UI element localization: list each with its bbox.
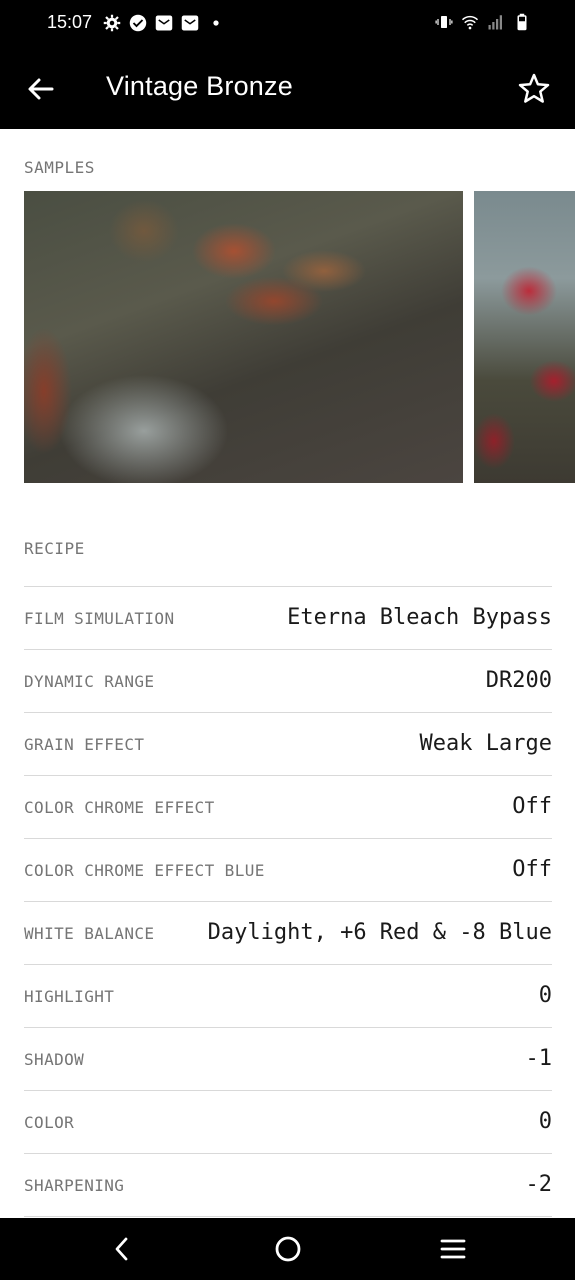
recipe-section-label: RECIPE bbox=[24, 539, 85, 558]
row-label: SHARPENING bbox=[24, 1176, 125, 1195]
page-title: Vintage Bronze bbox=[106, 71, 293, 101]
system-navigation-bar bbox=[0, 1218, 575, 1280]
row-label: HIGHLIGHT bbox=[24, 987, 115, 1006]
battery-icon bbox=[517, 13, 527, 31]
wifi-icon bbox=[461, 15, 479, 30]
row-value: -1 bbox=[525, 1046, 553, 1071]
row-value: DR200 bbox=[485, 668, 552, 693]
recipe-row-color-chrome-effect: COLOR CHROME EFFECT Off bbox=[24, 775, 552, 838]
row-value: 0 bbox=[538, 983, 552, 1008]
row-label: DYNAMIC RANGE bbox=[24, 672, 155, 691]
recipe-row-white-balance: WHITE BALANCE Daylight, +6 Red & -8 Blue bbox=[24, 901, 552, 964]
arrow-left-icon[interactable] bbox=[22, 70, 60, 108]
row-label: COLOR bbox=[24, 1113, 75, 1132]
recipe-row-sharpening: SHARPENING -2 bbox=[24, 1153, 552, 1216]
notification-icons bbox=[103, 14, 225, 32]
row-label: COLOR CHROME EFFECT bbox=[24, 798, 215, 817]
row-value: -2 bbox=[525, 1172, 553, 1197]
back-chevron-icon[interactable] bbox=[107, 1234, 137, 1264]
sample-image[interactable] bbox=[474, 191, 575, 483]
recipe-row-color-chrome-effect-blue: COLOR CHROME EFFECT BLUE Off bbox=[24, 838, 552, 901]
recipe-row-dynamic-range: DYNAMIC RANGE DR200 bbox=[24, 649, 552, 712]
check-circle-icon bbox=[129, 14, 147, 32]
row-value: Eterna Bleach Bypass bbox=[287, 605, 552, 630]
dot-icon bbox=[213, 20, 219, 26]
row-label: WHITE BALANCE bbox=[24, 924, 155, 943]
samples-section-label: SAMPLES bbox=[24, 158, 95, 177]
menu-lines-icon[interactable] bbox=[438, 1234, 468, 1264]
status-bar: 15:07 bbox=[0, 0, 575, 48]
row-label: GRAIN EFFECT bbox=[24, 735, 145, 754]
signal-icon bbox=[488, 15, 502, 30]
row-value: Daylight, +6 Red & -8 Blue bbox=[207, 920, 552, 945]
recipe-row-color: COLOR 0 bbox=[24, 1090, 552, 1153]
recipe-row-shadow: SHADOW -1 bbox=[24, 1027, 552, 1090]
row-label: FILM SIMULATION bbox=[24, 609, 175, 628]
row-value: Off bbox=[512, 794, 552, 819]
gear-icon bbox=[103, 14, 121, 32]
star-outline-icon[interactable] bbox=[515, 70, 553, 108]
mail-icon bbox=[155, 15, 173, 31]
row-label: COLOR CHROME EFFECT BLUE bbox=[24, 861, 265, 880]
mail-icon bbox=[181, 15, 199, 31]
home-circle-icon[interactable] bbox=[273, 1234, 303, 1264]
sample-image[interactable] bbox=[24, 191, 463, 483]
recipe-row-highlight: HIGHLIGHT 0 bbox=[24, 964, 552, 1027]
row-label: SHADOW bbox=[24, 1050, 85, 1069]
row-value: Off bbox=[512, 857, 552, 882]
recipe-detail-content[interactable]: SAMPLES RECIPE FILM SIMULATION Eterna Bl… bbox=[0, 129, 575, 1218]
recipe-row-grain-effect: GRAIN EFFECT Weak Large bbox=[24, 712, 552, 775]
recipe-list: FILM SIMULATION Eterna Bleach Bypass DYN… bbox=[24, 586, 552, 1218]
row-value: 0 bbox=[538, 1109, 552, 1134]
row-value: Weak Large bbox=[419, 731, 552, 756]
system-icons bbox=[435, 13, 531, 31]
recipe-row-film-simulation: FILM SIMULATION Eterna Bleach Bypass bbox=[24, 586, 552, 649]
vibrate-icon bbox=[435, 16, 453, 28]
app-bar: Vintage Bronze bbox=[0, 48, 575, 129]
status-time: 15:07 bbox=[47, 12, 93, 32]
